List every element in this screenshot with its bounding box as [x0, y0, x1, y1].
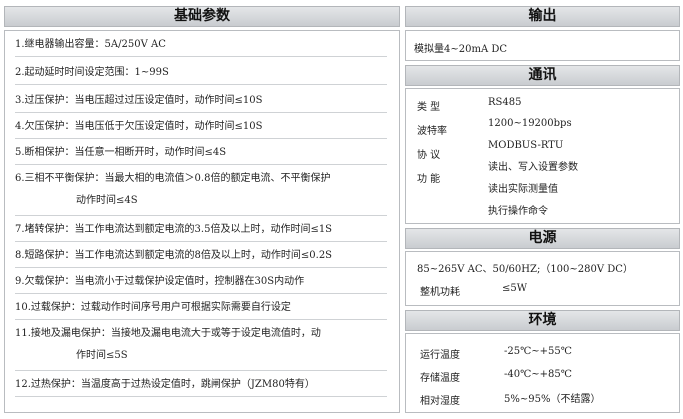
comm-function-value-3: 执行操作命令	[488, 206, 548, 217]
param-item-7-text: 7.堵转保护：当工作电流达到额定电流的3.5倍及以上时，动作时间≤1S	[15, 224, 333, 235]
param-item-4: 4.欠压保护：当电压低于欠压设定值时，动作时间≤10S	[15, 116, 387, 139]
param-item-12: 12.过热保护：当温度高于过热设定值时，跳闸保护（JZM80特有）	[15, 374, 387, 397]
param-item-9-text: 9.欠载保护：当电流小于过载保护设定值时，控制器在30S内动作	[15, 276, 305, 287]
comm-function-value-2: 读出实际测量值	[488, 184, 558, 195]
basic-params-panel: 1.继电器输出容量：5A/250V AC 2.起动延时时间设定范围：1~99S …	[4, 30, 400, 413]
environment-panel: 运行温度 -25℃~+55℃ 存储温度 -40℃~+85℃ 相对湿度 5%~95…	[405, 333, 680, 413]
env-humidity-value: 5%~95%（不结露）	[504, 394, 601, 405]
env-storage-temp-label: 存储温度	[420, 373, 460, 384]
output-panel: 模拟量4~20mA DC	[405, 30, 680, 61]
power-panel: 85~265V AC、50/60HZ;（100~280V DC） 整机功耗 ≤5…	[405, 251, 680, 306]
param-item-11: 11.接地及漏电保护：当接地及漏电电流大于或等于设定电流值时，动 作时间≤5S	[15, 323, 387, 371]
comm-type-value: RS485	[488, 97, 522, 108]
comm-type-label: 类 型	[417, 102, 441, 113]
param-item-8-text: 8.短路保护：当工作电流达到额定电流的8倍及以上时，动作时间≤0.2S	[15, 250, 333, 261]
param-item-11-continuation: 作时间≤5S	[76, 350, 128, 361]
param-item-7: 7.堵转保护：当工作电流达到额定电流的3.5倍及以上时，动作时间≤1S	[15, 219, 387, 242]
param-item-1: 1.继电器输出容量：5A/250V AC	[15, 34, 387, 57]
param-item-2: 2.起动延时时间设定范围：1~99S	[15, 62, 387, 85]
param-item-10-text: 10.过载保护：过载动作时间序号用户可根据实际需要自行设定	[15, 302, 291, 313]
param-item-8: 8.短路保护：当工作电流达到额定电流的8倍及以上时，动作时间≤0.2S	[15, 245, 387, 268]
env-operating-temp-label: 运行温度	[420, 350, 460, 361]
comm-baud-label: 波特率	[417, 126, 447, 137]
param-item-2-text: 2.起动延时时间设定范围：1~99S	[15, 67, 169, 78]
env-humidity-label: 相对湿度	[420, 396, 460, 407]
param-item-11-text: 11.接地及漏电保护：当接地及漏电电流大于或等于设定电流值时，动	[15, 328, 321, 339]
param-item-3-text: 3.过压保护：当电压超过过压设定值时，动作时间≤10S	[15, 95, 263, 106]
param-item-6-continuation: 动作时间≤4S	[76, 195, 138, 206]
comm-panel: 类 型 RS485 波特率 1200~19200bps 协 议 MODBUS-R…	[405, 88, 680, 224]
power-consumption-label: 整机功耗	[420, 287, 460, 298]
param-item-5: 5.断相保护：当任意一相断开时，动作时间≤4S	[15, 142, 387, 165]
power-range: 85~265V AC、50/60HZ;（100~280V DC）	[417, 264, 633, 275]
power-consumption-value: ≤5W	[502, 283, 528, 294]
env-storage-temp-value: -40℃~+85℃	[504, 369, 572, 380]
power-title: 电源	[405, 228, 680, 249]
comm-function-value-1: 读出、写入设置参数	[488, 162, 578, 173]
param-item-4-text: 4.欠压保护：当电压低于欠压设定值时，动作时间≤10S	[15, 121, 263, 132]
comm-protocol-value: MODBUS-RTU	[488, 140, 564, 151]
comm-title: 通讯	[405, 65, 680, 86]
param-item-6: 6.三相不平衡保护：当最大相的电流值＞0.8倍的额定电流、不平衡保护 动作时间≤…	[15, 168, 387, 216]
comm-baud-value: 1200~19200bps	[488, 118, 572, 129]
env-operating-temp-value: -25℃~+55℃	[504, 346, 572, 357]
param-item-5-text: 5.断相保护：当任意一相断开时，动作时间≤4S	[15, 147, 227, 158]
output-text: 模拟量4~20mA DC	[414, 44, 508, 55]
param-item-9: 9.欠载保护：当电流小于过载保护设定值时，控制器在30S内动作	[15, 271, 387, 294]
output-title: 输出	[405, 6, 680, 27]
param-item-1-text: 1.继电器输出容量：5A/250V AC	[15, 39, 166, 50]
param-item-3: 3.过压保护：当电压超过过压设定值时，动作时间≤10S	[15, 90, 387, 113]
param-item-6-text: 6.三相不平衡保护：当最大相的电流值＞0.8倍的额定电流、不平衡保护	[15, 173, 331, 184]
param-item-12-text: 12.过热保护：当温度高于过热设定值时，跳闸保护（JZM80特有）	[15, 379, 315, 390]
basic-params-title: 基础参数	[4, 6, 400, 27]
comm-function-label: 功 能	[417, 174, 441, 185]
param-item-10: 10.过载保护：过载动作时间序号用户可根据实际需要自行设定	[15, 297, 387, 320]
environment-title: 环境	[405, 310, 680, 331]
comm-protocol-label: 协 议	[417, 150, 441, 161]
